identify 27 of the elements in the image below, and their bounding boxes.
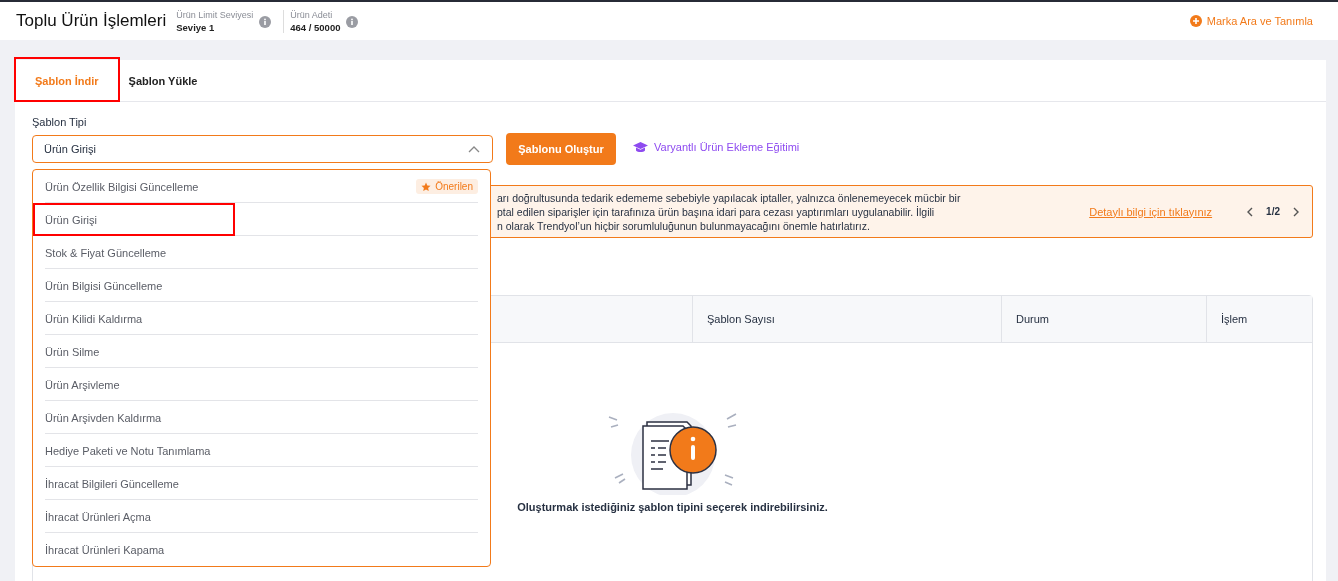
recommended-badge: Önerilen (416, 179, 478, 194)
chevron-left-icon[interactable] (1246, 206, 1255, 217)
stat-label: Ürün Adeti (290, 9, 334, 20)
chevron-icon (468, 145, 480, 153)
star-icon (421, 181, 432, 192)
notice-text: arı doğrultusunda tedarik edememe sebebiyle yapılacak iptaller, yalnızca önlenemeyecek mücbir bir (497, 190, 962, 205)
notice-text: ptal edilen siparişler için tarafınıza ürün başına idari para cezası yaptırımları uygulanabilir. İlgili (497, 204, 936, 219)
empty-message: Oluşturmak istediğiniz şablon tipini seçerek indirebilirsiniz. (517, 501, 828, 513)
template-type-select[interactable]: Ürün Girişi (32, 135, 493, 163)
page-indicator: 1/2 (1266, 206, 1280, 217)
stat-label: Ürün Limit Seviyesi (176, 9, 254, 20)
field-label: Şablon Tipi (32, 116, 88, 128)
tab[interactable]: Şablon Yükle (118, 60, 218, 101)
stat-value: Seviye 1 (176, 21, 216, 33)
tutorial-link[interactable]: Varyantlı Ürün Ekleme Eğitimi (633, 141, 800, 153)
notice-text: n olarak Trendyol’un hiçbir sorumluluğunun bulunmayacağını önemle hatırlatırız. (497, 218, 871, 233)
info-icon[interactable] (346, 16, 359, 28)
plus-icon (1189, 15, 1202, 27)
chevron-right-icon[interactable] (1292, 206, 1300, 217)
page-title: Toplu Ürün İşlemleri (16, 11, 167, 31)
graduation-cap-icon (633, 141, 648, 153)
column-header: Durum (1001, 296, 1206, 342)
stat-value: 464 / 50000 (290, 21, 341, 33)
info-icon[interactable] (259, 16, 272, 28)
column-header: İşlem (1206, 296, 1312, 342)
column-header: Şablon Sayısı (692, 296, 1001, 342)
dropdown-item[interactable]: İhracat Ürünleri Kapama (33, 533, 490, 566)
